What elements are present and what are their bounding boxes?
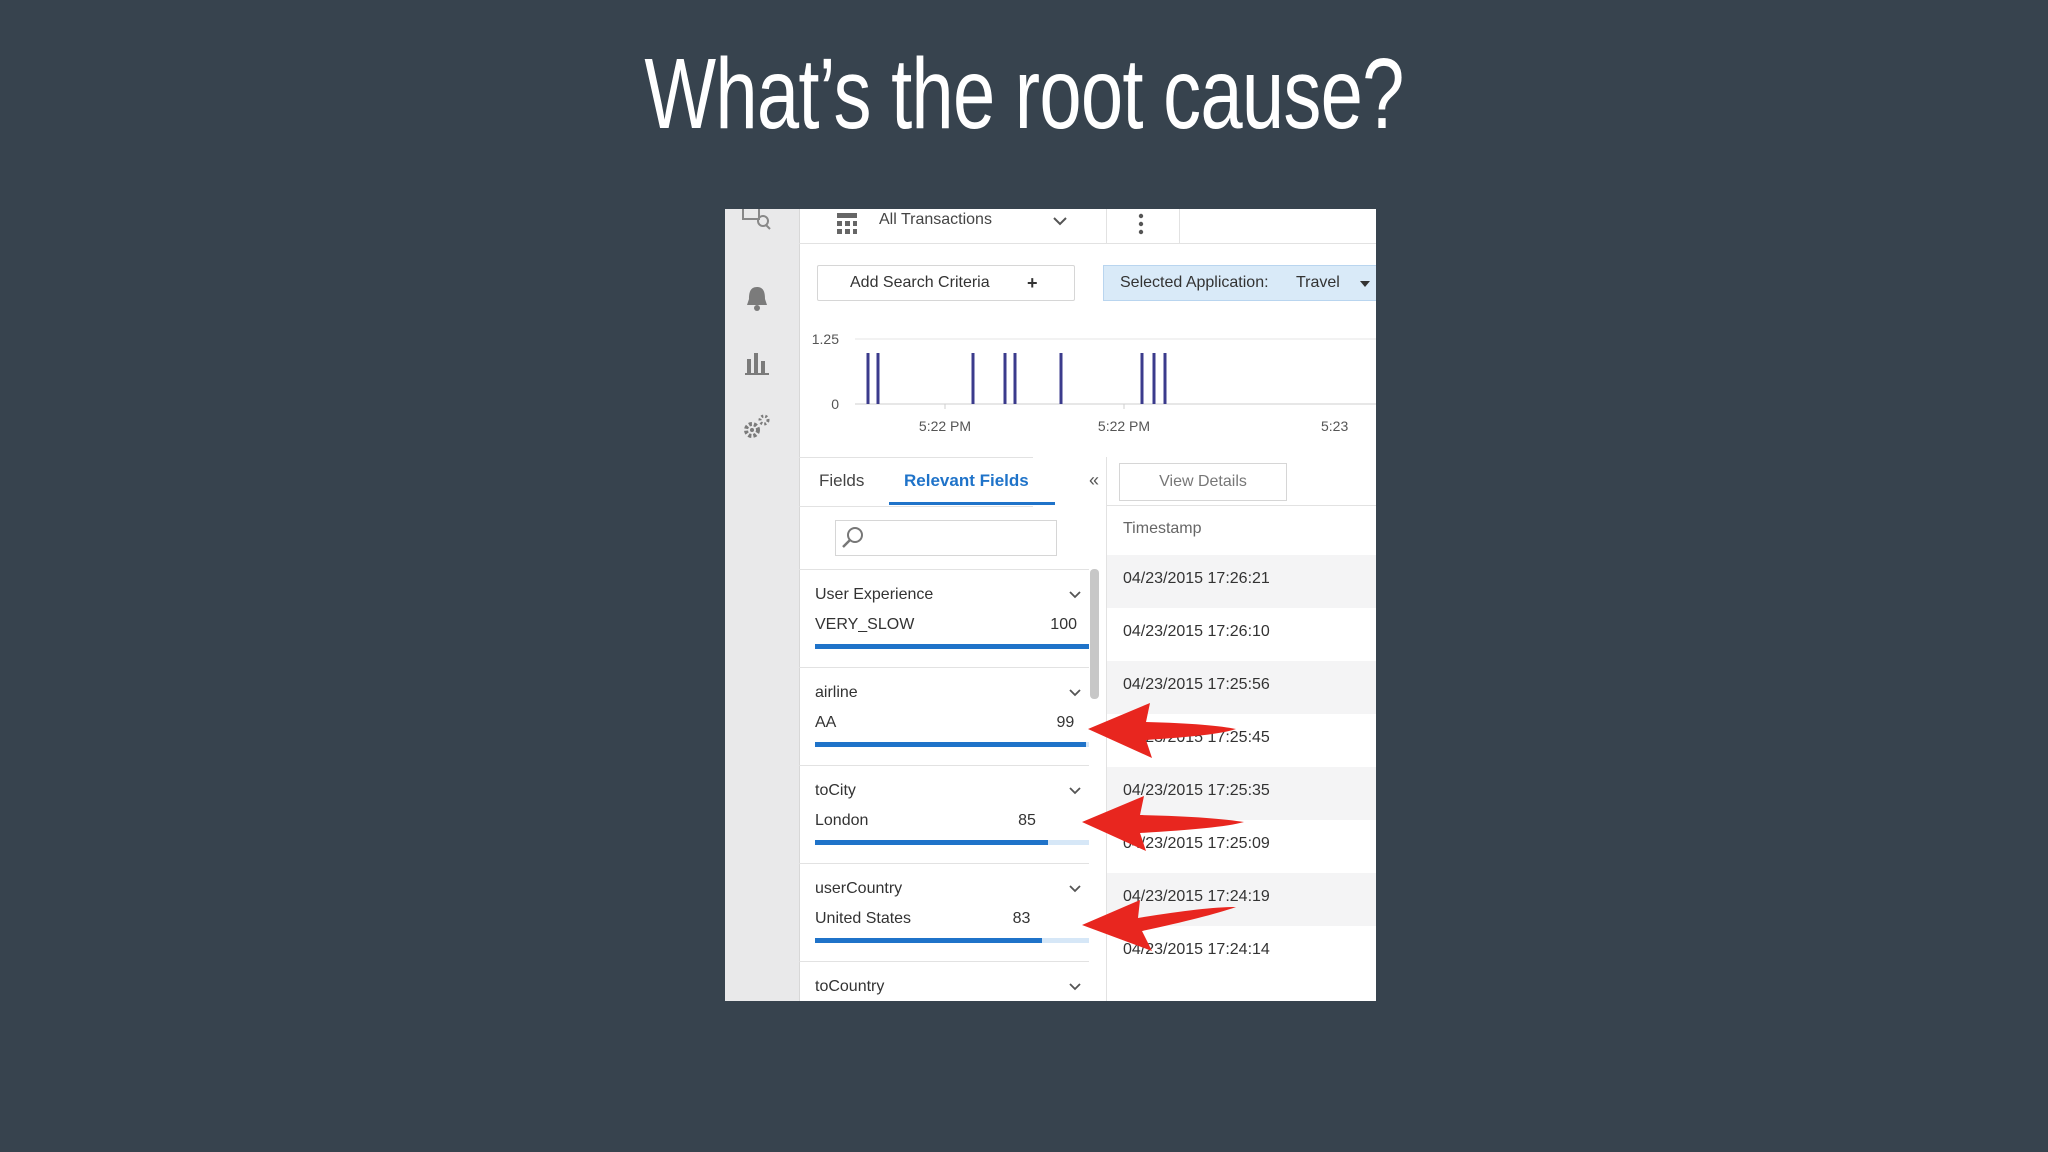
search-icon[interactable] <box>739 209 775 237</box>
timestamp-cell: 04/23/2015 17:26:10 <box>1123 623 1270 640</box>
field-value-bar-fill <box>815 938 1043 943</box>
table-row[interactable]: 04/23/2015 17:24:14 <box>1107 926 1376 979</box>
field-value-bar-fill <box>815 840 1048 845</box>
field-search-input[interactable] <box>835 520 1057 556</box>
y-tick-label: 0 <box>831 396 839 412</box>
chevron-down-icon[interactable] <box>1052 215 1068 227</box>
slide-title: What’s the root cause? <box>644 38 1404 150</box>
field-group[interactable]: User Experience VERY_SLOW 100 <box>799 569 1089 668</box>
table-row[interactable]: 04/23/2015 17:24:19 <box>1107 873 1376 926</box>
chevron-down-icon[interactable] <box>1068 786 1082 796</box>
timestamp-cell: 04/23/2015 17:25:56 <box>1123 676 1270 693</box>
view-selector-label[interactable]: All Transactions <box>879 211 992 229</box>
field-name: toCountry <box>815 978 885 995</box>
view-details-button[interactable]: View Details <box>1119 463 1287 501</box>
selected-application-label: Selected Application: <box>1120 274 1269 291</box>
grid-icon <box>837 213 857 234</box>
field-top-value[interactable]: AA <box>815 714 836 732</box>
x-tick-label: 5:23 <box>1321 418 1348 434</box>
timestamp-cell: 04/23/2015 17:26:21 <box>1123 570 1270 587</box>
table-row[interactable]: 04/23/2015 17:25:56 <box>1107 661 1376 714</box>
selected-application-dropdown[interactable]: Selected Application: Travel <box>1103 265 1376 301</box>
active-tab-indicator <box>889 502 1055 505</box>
field-group[interactable]: userCountry United States 83 <box>799 863 1089 962</box>
timestamp-cell: 04/23/2015 17:25:35 <box>1123 782 1270 799</box>
field-value-count: 85 <box>1018 812 1036 829</box>
table-row[interactable]: 04/23/2015 17:26:21 <box>1107 555 1376 608</box>
timestamp-cell: 04/23/2015 17:25:09 <box>1123 835 1270 852</box>
field-top-value[interactable]: VERY_SLOW <box>815 616 914 634</box>
chevron-down-icon[interactable] <box>1068 884 1082 894</box>
field-value-bar-fill <box>815 742 1087 747</box>
table-row[interactable]: 04/23/2015 17:26:10 <box>1107 608 1376 661</box>
chevron-down-icon[interactable] <box>1068 688 1082 698</box>
field-value-bar-track <box>815 644 1089 649</box>
tab-fields[interactable]: Fields <box>819 471 864 491</box>
field-value-bar-track <box>815 938 1089 943</box>
field-group[interactable]: airline AA 99 <box>799 667 1089 766</box>
fields-scrollbar[interactable] <box>1090 569 1099 699</box>
field-value-bar-track <box>815 742 1089 747</box>
caret-down-icon <box>1360 281 1370 287</box>
field-group[interactable]: toCountry <box>799 961 1089 1001</box>
timestamp-cell: 04/23/2015 17:24:14 <box>1123 941 1270 958</box>
divider <box>1106 209 1107 243</box>
timestamp-column-header[interactable]: Timestamp <box>1107 505 1376 557</box>
field-name: User Experience <box>815 586 934 603</box>
y-tick-label: 1.25 <box>812 331 839 347</box>
fields-tabs: Fields Relevant Fields « <box>799 457 1099 507</box>
field-value-count: 100 <box>1050 616 1077 633</box>
timestamp-cell: 04/23/2015 17:25:45 <box>1123 729 1270 746</box>
add-search-criteria-label: Add Search Criteria <box>850 274 990 291</box>
chart-bars <box>866 353 1167 404</box>
selected-application-value: Travel <box>1296 274 1340 291</box>
field-name: toCity <box>815 782 856 799</box>
timestamp-cell: 04/23/2015 17:24:19 <box>1123 888 1270 905</box>
tab-relevant-fields[interactable]: Relevant Fields <box>904 471 1029 491</box>
field-name: userCountry <box>815 880 903 897</box>
gears-icon[interactable] <box>739 409 775 445</box>
table-row[interactable]: 04/23/2015 17:25:35 <box>1107 767 1376 820</box>
bell-icon[interactable] <box>739 281 775 317</box>
x-tick-label: 5:22 PM <box>1098 418 1150 434</box>
search-icon <box>842 527 863 548</box>
collapse-panel-icon[interactable]: « <box>1089 470 1099 491</box>
bar-chart-icon[interactable] <box>739 345 775 381</box>
field-group[interactable]: toCity London 85 <box>799 765 1089 864</box>
timestamp-header-label: Timestamp <box>1123 520 1202 537</box>
left-rail <box>725 209 800 1001</box>
divider <box>1179 209 1180 243</box>
field-value-bar-track <box>815 840 1089 845</box>
field-name: airline <box>815 684 858 701</box>
plus-icon: + <box>1027 273 1038 293</box>
x-tick-label: 5:22 PM <box>919 418 971 434</box>
field-value-count: 99 <box>1056 714 1075 731</box>
field-value-count: 83 <box>1012 910 1031 927</box>
transactions-chart: 1.25 0 5:22 PM 5:22 PM 5:23 <box>812 331 1376 434</box>
app-screenshot: All Transactions Add Search Criteria + S… <box>725 209 1376 1001</box>
chevron-down-icon[interactable] <box>1068 982 1082 992</box>
field-value-bar-fill <box>815 644 1089 649</box>
table-row[interactable]: 04/23/2015 17:25:09 <box>1107 820 1376 873</box>
field-top-value[interactable]: London <box>815 812 868 830</box>
table-row[interactable]: 04/23/2015 17:25:45 <box>1107 714 1376 767</box>
kebab-menu-icon[interactable] <box>1137 211 1145 237</box>
chevron-down-icon[interactable] <box>1068 590 1082 600</box>
add-search-criteria-button[interactable]: Add Search Criteria + <box>817 265 1075 301</box>
field-top-value[interactable]: United States <box>815 910 911 928</box>
top-toolbar: All Transactions <box>799 209 1376 244</box>
